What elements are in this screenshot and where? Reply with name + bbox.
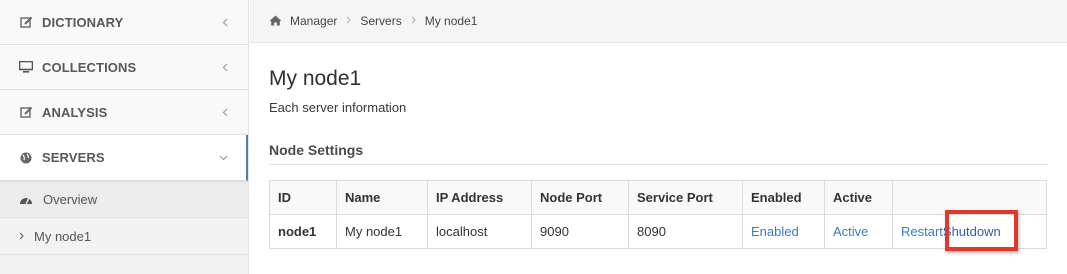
cell-service-port: 8090 (628, 214, 743, 249)
sidebar-subitem-overview[interactable]: Overview (0, 181, 248, 218)
cell-active: Active (824, 214, 893, 249)
sidebar-item-label: COLLECTIONS (42, 59, 137, 75)
main-content: My node1 Each server information Node Se… (269, 43, 1048, 251)
column-header-service-port: Service Port (628, 180, 743, 215)
sidebar-item-label: DICTIONARY (42, 14, 124, 30)
sidebar-item-dictionary[interactable]: DICTIONARY (0, 0, 248, 45)
edit-icon (19, 105, 33, 119)
column-header-node-port: Node Port (531, 180, 629, 215)
page-description: Each server information (269, 100, 407, 115)
sidebar-subitem-label: Overview (43, 192, 98, 207)
shutdown-link[interactable]: Shutdown (943, 224, 1001, 239)
column-header-enabled: Enabled (742, 180, 825, 215)
page-title: My node1 (269, 67, 362, 90)
sidebar: DICTIONARY COLLECTIONS ANALYSIS SERVERS (0, 0, 249, 274)
active-link[interactable]: Active (833, 224, 868, 239)
table-header-row: ID Name IP Address Node Port Service Por… (269, 180, 1047, 215)
sidebar-subitem-my-node1[interactable]: My node1 (0, 218, 248, 255)
table-row: node1 My node1 localhost 9090 8090 Enabl… (269, 210, 1047, 251)
chevron-left-icon (220, 17, 230, 27)
column-header-name: Name (336, 180, 428, 215)
column-header-id: ID (269, 180, 337, 215)
dashboard-icon (19, 193, 33, 207)
chevron-down-icon (218, 153, 228, 163)
caret-right-icon (19, 229, 24, 243)
sidebar-item-label: ANALYSIS (42, 104, 108, 120)
node-settings-table: ID Name IP Address Node Port Service Por… (269, 180, 1047, 251)
breadcrumb-servers[interactable]: Servers (360, 14, 401, 28)
sidebar-item-servers[interactable]: SERVERS (0, 135, 248, 181)
chevron-left-icon (220, 107, 230, 117)
sidebar-subitem-label: My node1 (34, 228, 92, 244)
cell-enabled: Enabled (742, 214, 825, 249)
chevron-left-icon (220, 62, 230, 72)
home-icon (269, 15, 282, 27)
restart-link[interactable]: Restart (901, 224, 943, 239)
breadcrumb: Manager Servers My node1 (250, 0, 1067, 43)
sidebar-item-analysis[interactable]: ANALYSIS (0, 90, 248, 135)
globe-icon (19, 151, 33, 165)
breadcrumb-current: My node1 (424, 14, 478, 28)
chevron-right-icon (346, 16, 352, 27)
section-title: Node Settings (269, 142, 1048, 165)
monitor-icon (19, 60, 33, 74)
breadcrumb-manager[interactable]: Manager (290, 14, 337, 28)
edit-icon (19, 15, 33, 29)
cell-ip: localhost (427, 214, 532, 249)
column-header-actions (892, 180, 1047, 215)
cell-id: node1 (269, 214, 337, 249)
enabled-link[interactable]: Enabled (751, 224, 799, 239)
sidebar-item-label: SERVERS (42, 150, 105, 165)
cell-name: My node1 (336, 214, 428, 249)
column-header-ip: IP Address (427, 180, 532, 215)
cell-actions: RestartShutdown (892, 210, 1047, 251)
sidebar-item-collections[interactable]: COLLECTIONS (0, 45, 248, 90)
cell-node-port: 9090 (531, 214, 629, 249)
chevron-right-icon (411, 16, 416, 27)
column-header-active: Active (824, 180, 893, 215)
